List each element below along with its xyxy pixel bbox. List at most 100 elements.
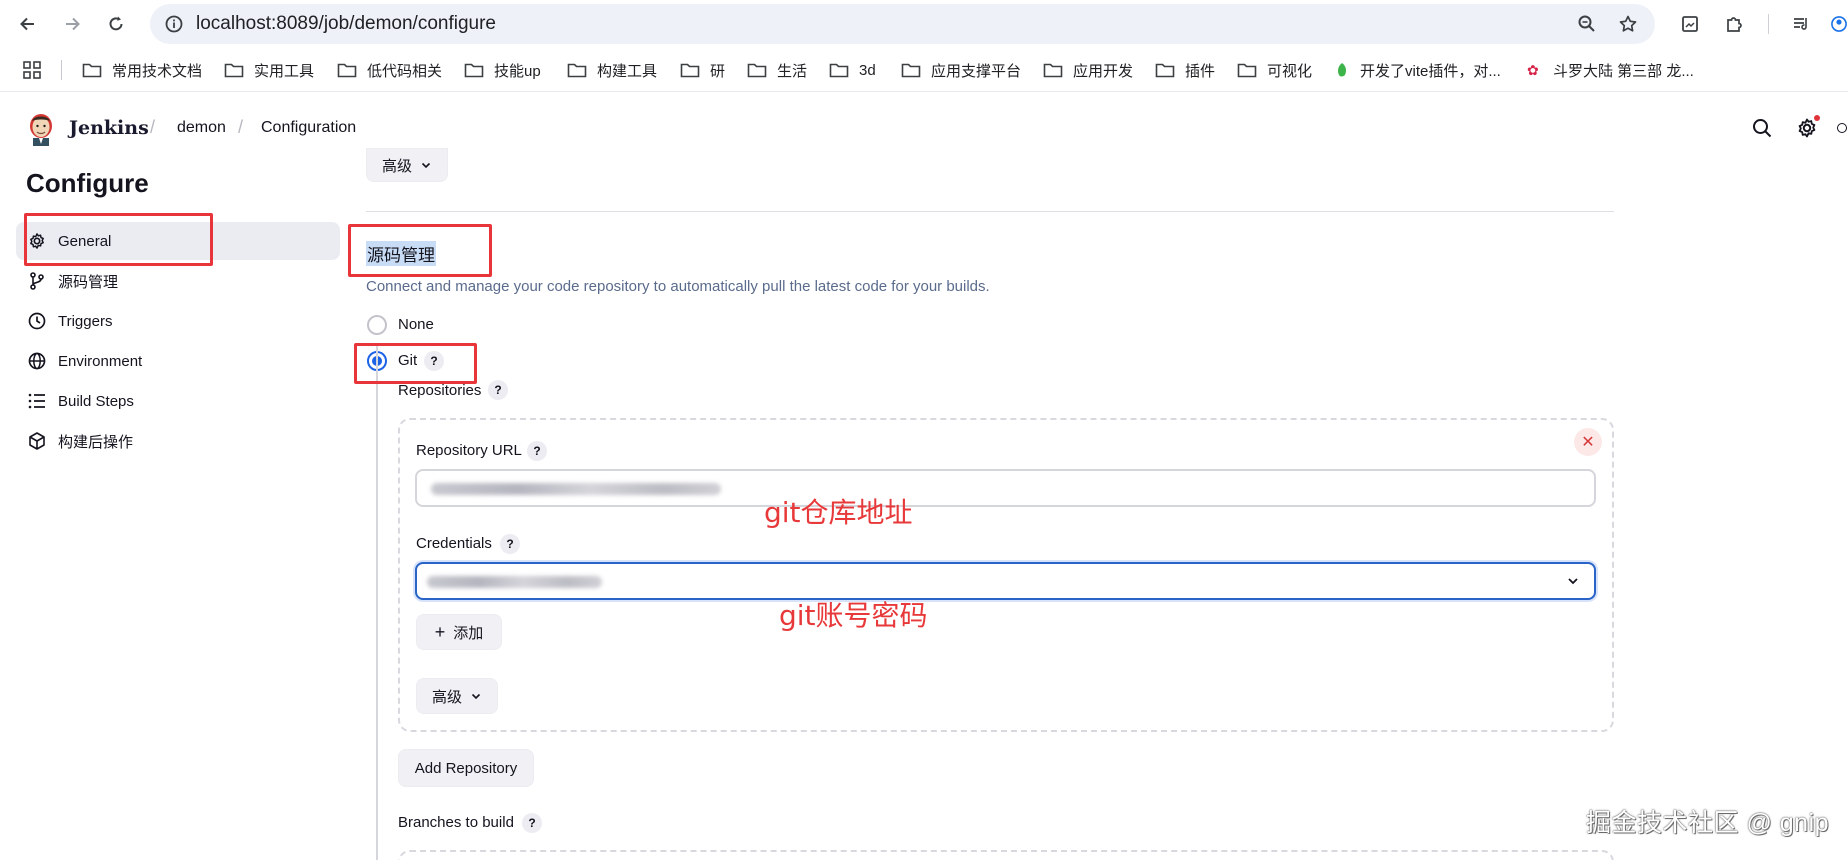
bookmark-folder-3[interactable]: 技能up — [464, 58, 541, 82]
profile-avatar-icon[interactable] — [1830, 10, 1848, 38]
folder-icon — [901, 62, 921, 78]
bookmark-folder-2[interactable]: 低代码相关 — [337, 58, 442, 82]
sidebar-item-post-build[interactable]: 构建后操作 — [16, 422, 340, 460]
scm-section-description: Connect and manage your code repository … — [366, 278, 990, 295]
jenkins-logo-icon[interactable] — [26, 112, 56, 146]
bookmark-star-icon[interactable] — [1616, 12, 1640, 36]
radio-none[interactable] — [367, 315, 387, 335]
folder-icon — [224, 62, 244, 78]
bookmark-folder-6[interactable]: 生活 — [747, 58, 807, 82]
redacted-credentials-value — [427, 576, 602, 588]
annotation-box-general — [24, 213, 213, 266]
forward-arrow-icon[interactable] — [57, 9, 87, 39]
chevron-down-icon — [421, 162, 431, 169]
git-branch-icon — [26, 270, 48, 292]
folder-icon — [567, 62, 587, 78]
folder-icon — [337, 62, 357, 78]
folder-icon — [680, 62, 700, 78]
bookmark-folder-7[interactable]: 3d — [829, 58, 876, 82]
remove-repository-close-icon[interactable]: ✕ — [1574, 428, 1602, 456]
sidebar-item-label: Build Steps — [58, 392, 134, 410]
back-arrow-icon[interactable] — [13, 9, 43, 39]
sidebar-item-build-steps[interactable]: Build Steps — [16, 382, 340, 420]
url-text[interactable]: localhost:8089/job/demon/configure — [196, 13, 496, 35]
advanced-label: 高级 — [431, 688, 462, 706]
credentials-label: Credentials — [416, 535, 492, 552]
breadcrumb-separator: / — [150, 117, 156, 137]
sidebar-item-environment[interactable]: Environment — [16, 342, 340, 380]
bookmark-label: 生活 — [777, 62, 808, 80]
bookmark-folder-4[interactable]: 构建工具 — [567, 58, 657, 82]
bookmark-label: 开发了vite插件，对... — [1360, 62, 1501, 80]
user-menu-icon[interactable] — [1836, 115, 1848, 141]
annotation-repo-note: git仓库地址 — [764, 496, 913, 529]
bookmark-folder-9[interactable]: 应用开发 — [1043, 58, 1133, 82]
folder-icon — [1043, 62, 1063, 78]
sidebar-item-label: Triggers — [58, 312, 113, 330]
annotation-cred-note: git账号密码 — [779, 599, 928, 632]
annotation-box-scm-title — [348, 224, 492, 277]
bookmark-label: 插件 — [1185, 62, 1216, 80]
bookmark-folder-10[interactable]: 插件 — [1155, 58, 1215, 82]
repository-url-input[interactable] — [415, 469, 1596, 507]
advanced-label: 高级 — [381, 157, 412, 175]
sidebar-item-label: 构建后操作 — [58, 433, 134, 451]
apps-grid-icon[interactable] — [22, 58, 42, 82]
bookmark-label: 低代码相关 — [367, 62, 443, 80]
screenshot-icon[interactable] — [1676, 10, 1704, 38]
folder-icon — [747, 62, 767, 78]
add-repository-button[interactable]: Add Repository — [398, 749, 534, 787]
top-advanced-button[interactable]: 高级 — [366, 148, 448, 182]
git-section-indent-line — [376, 345, 378, 860]
list-icon — [26, 390, 48, 412]
breadcrumb-configuration[interactable]: Configuration — [261, 119, 356, 137]
branches-to-build-label: Branches to build — [398, 814, 514, 831]
zoom-icon[interactable] — [1575, 12, 1599, 36]
annotation-box-git — [354, 343, 477, 384]
globe-icon — [26, 350, 48, 372]
jenkins-header: Jenkins / demon / Configuration — [0, 93, 1848, 165]
section-divider — [366, 211, 1614, 212]
bookmark-link-13[interactable]: ✿ 斗罗大陆 第三部 龙... — [1527, 58, 1694, 82]
add-credentials-button[interactable]: + 添加 — [416, 614, 502, 650]
credentials-help-icon[interactable]: ? — [500, 534, 520, 554]
bookmark-label: 技能up — [494, 62, 541, 80]
bookmark-label: 可视化 — [1267, 62, 1313, 80]
bookmark-folder-0[interactable]: 常用技术文档 — [82, 58, 202, 82]
repositories-label: Repositories — [398, 382, 482, 399]
notification-dot — [1814, 115, 1820, 121]
redacted-url-value — [431, 483, 721, 495]
repo-advanced-button[interactable]: 高级 — [416, 678, 498, 714]
sidebar-item-triggers[interactable]: Triggers — [16, 302, 340, 340]
jenkins-brand[interactable]: Jenkins — [69, 117, 149, 139]
site-favicon-icon: ✿ — [1527, 62, 1539, 78]
radio-none-label[interactable]: None — [398, 316, 434, 333]
cube-icon — [26, 430, 48, 452]
bookmark-label: 实用工具 — [254, 62, 315, 80]
site-info-icon[interactable] — [162, 12, 186, 36]
bookmark-folder-1[interactable]: 实用工具 — [224, 58, 314, 82]
breadcrumb-job[interactable]: demon — [177, 119, 226, 137]
credentials-select[interactable] — [415, 562, 1596, 600]
bookmark-folder-5[interactable]: 研 — [680, 58, 725, 82]
vite-leaf-icon — [1334, 62, 1350, 78]
search-icon[interactable] — [1749, 115, 1775, 141]
bookmark-folder-8[interactable]: 应用支撑平台 — [901, 58, 1021, 82]
extensions-icon[interactable] — [1720, 10, 1748, 38]
address-bar[interactable]: localhost:8089/job/demon/configure — [150, 4, 1655, 44]
bookmark-folder-11[interactable]: 可视化 — [1237, 58, 1312, 82]
sidebar-item-label: Environment — [58, 352, 143, 370]
branches-help-icon[interactable]: ? — [522, 813, 542, 833]
bookmark-label: 构建工具 — [597, 62, 658, 80]
folder-icon — [829, 62, 849, 78]
bookmark-link-12[interactable]: 开发了vite插件，对... — [1334, 58, 1501, 82]
reading-list-icon[interactable] — [1787, 10, 1815, 38]
sidebar-item-scm[interactable]: 源码管理 — [16, 262, 340, 300]
bookmark-label: 斗罗大陆 第三部 龙... — [1553, 62, 1694, 80]
manage-jenkins-gear-icon[interactable] — [1794, 115, 1820, 141]
repositories-help-icon[interactable]: ? — [488, 380, 508, 400]
reload-icon[interactable] — [101, 9, 131, 39]
repository-url-help-icon[interactable]: ? — [527, 441, 547, 461]
bookmark-label: 常用技术文档 — [112, 62, 203, 80]
chevron-down-icon — [1568, 578, 1578, 585]
